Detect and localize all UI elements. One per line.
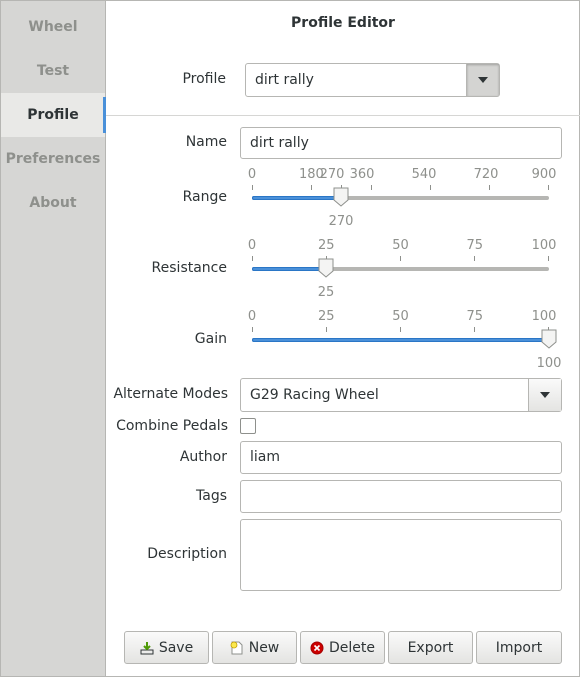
resistance-tick: [400, 256, 401, 261]
resistance-tick-label: 75: [466, 238, 484, 253]
description-label: Description: [147, 546, 227, 562]
gain-tick-label: 100: [531, 309, 557, 324]
resistance-tick: [548, 256, 549, 261]
range-tick: [548, 185, 549, 190]
gain-handle[interactable]: [539, 328, 559, 350]
range-tick: [252, 185, 253, 190]
sidebar-item-test[interactable]: Test: [1, 49, 105, 93]
sidebar-item-profile[interactable]: Profile: [1, 93, 106, 137]
resistance-handle[interactable]: [316, 257, 336, 279]
profile-combo[interactable]: dirt rally: [245, 63, 500, 97]
tags-field[interactable]: [240, 480, 562, 513]
range-tick-label: 360: [349, 167, 375, 182]
profile-combo-value: dirt rally: [255, 72, 314, 88]
sidebar-item-wheel[interactable]: Wheel: [1, 5, 105, 49]
header-separator: [106, 115, 580, 116]
resistance-fill: [252, 267, 326, 271]
resistance-tick-label: 25: [317, 238, 335, 253]
resistance-slider[interactable]: 0 25 50 75 100 25: [248, 238, 557, 304]
gain-tick-label: 75: [466, 309, 484, 324]
range-tick-label: 720: [473, 167, 499, 182]
page-title: Profile Editor: [291, 15, 395, 31]
chevron-down-icon: [478, 77, 488, 83]
gain-tick-label: 0: [247, 309, 257, 324]
name-field[interactable]: dirt rally: [240, 127, 562, 159]
export-button-label: Export: [407, 639, 454, 656]
gain-value: 100: [536, 356, 562, 371]
app-window: Wheel Test Profile Preferences About Pro…: [0, 0, 580, 677]
resistance-value: 25: [317, 285, 335, 300]
range-tick: [430, 185, 431, 190]
range-tick: [371, 185, 372, 190]
gain-tick-label: 25: [317, 309, 335, 324]
export-button[interactable]: Export: [388, 631, 473, 664]
delete-button[interactable]: Delete: [300, 631, 385, 664]
save-button[interactable]: Save: [124, 631, 209, 664]
resistance-tick-label: 100: [531, 238, 557, 253]
gain-slider[interactable]: 0 25 50 75 100 100: [248, 309, 562, 375]
resistance-tick: [474, 256, 475, 261]
gain-tick: [252, 327, 253, 332]
alternate-modes-label: Alternate Modes: [113, 386, 228, 402]
alternate-modes-dropdown-button[interactable]: [528, 379, 561, 411]
author-field[interactable]: liam: [240, 441, 562, 474]
delete-icon: [310, 641, 324, 654]
combine-pedals-label: Combine Pedals: [116, 418, 228, 434]
resistance-tick: [252, 256, 253, 261]
range-label: Range: [182, 189, 227, 205]
new-button-label: New: [248, 639, 280, 656]
tags-label: Tags: [196, 488, 227, 504]
range-tick-label: 270: [319, 167, 345, 182]
sidebar-item-preferences[interactable]: Preferences: [1, 137, 105, 181]
description-textarea[interactable]: [240, 519, 562, 591]
import-button[interactable]: Import: [476, 631, 562, 664]
gain-tick: [400, 327, 401, 332]
resistance-tick-label: 50: [392, 238, 409, 253]
range-tick-label: 540: [411, 167, 437, 182]
save-button-label: Save: [158, 639, 194, 656]
gain-tick-label: 50: [392, 309, 409, 324]
gain-fill: [252, 338, 549, 342]
import-button-label: Import: [495, 639, 543, 656]
alternate-modes-value: G29 Racing Wheel: [250, 387, 379, 403]
resistance-label: Resistance: [151, 260, 227, 276]
range-slider[interactable]: 0 180 270 360 540 720 900 270: [248, 167, 557, 233]
delete-button-label: Delete: [329, 639, 375, 656]
range-fill: [252, 196, 341, 200]
range-handle[interactable]: [331, 186, 351, 208]
chevron-down-icon: [540, 392, 550, 398]
author-label: Author: [179, 449, 227, 465]
sidebar: Wheel Test Profile Preferences About: [1, 1, 106, 676]
resistance-tick-label: 0: [247, 238, 257, 253]
new-button[interactable]: New: [212, 631, 297, 664]
save-icon: [140, 641, 154, 654]
name-label: Name: [185, 134, 227, 150]
profile-label: Profile: [182, 71, 226, 87]
combine-pedals-checkbox[interactable]: [240, 418, 256, 434]
sidebar-item-about[interactable]: About: [1, 181, 105, 225]
range-tick: [489, 185, 490, 190]
range-tick-label: 900: [531, 167, 557, 182]
range-tick: [311, 185, 312, 190]
new-document-icon: [230, 641, 243, 654]
range-value: 270: [328, 214, 354, 229]
range-tick-label: 0: [247, 167, 257, 182]
gain-label: Gain: [194, 331, 227, 347]
gain-tick: [474, 327, 475, 332]
gain-tick: [326, 327, 327, 332]
alternate-modes-combo[interactable]: G29 Racing Wheel: [240, 378, 562, 412]
profile-dropdown-button[interactable]: [466, 64, 499, 96]
